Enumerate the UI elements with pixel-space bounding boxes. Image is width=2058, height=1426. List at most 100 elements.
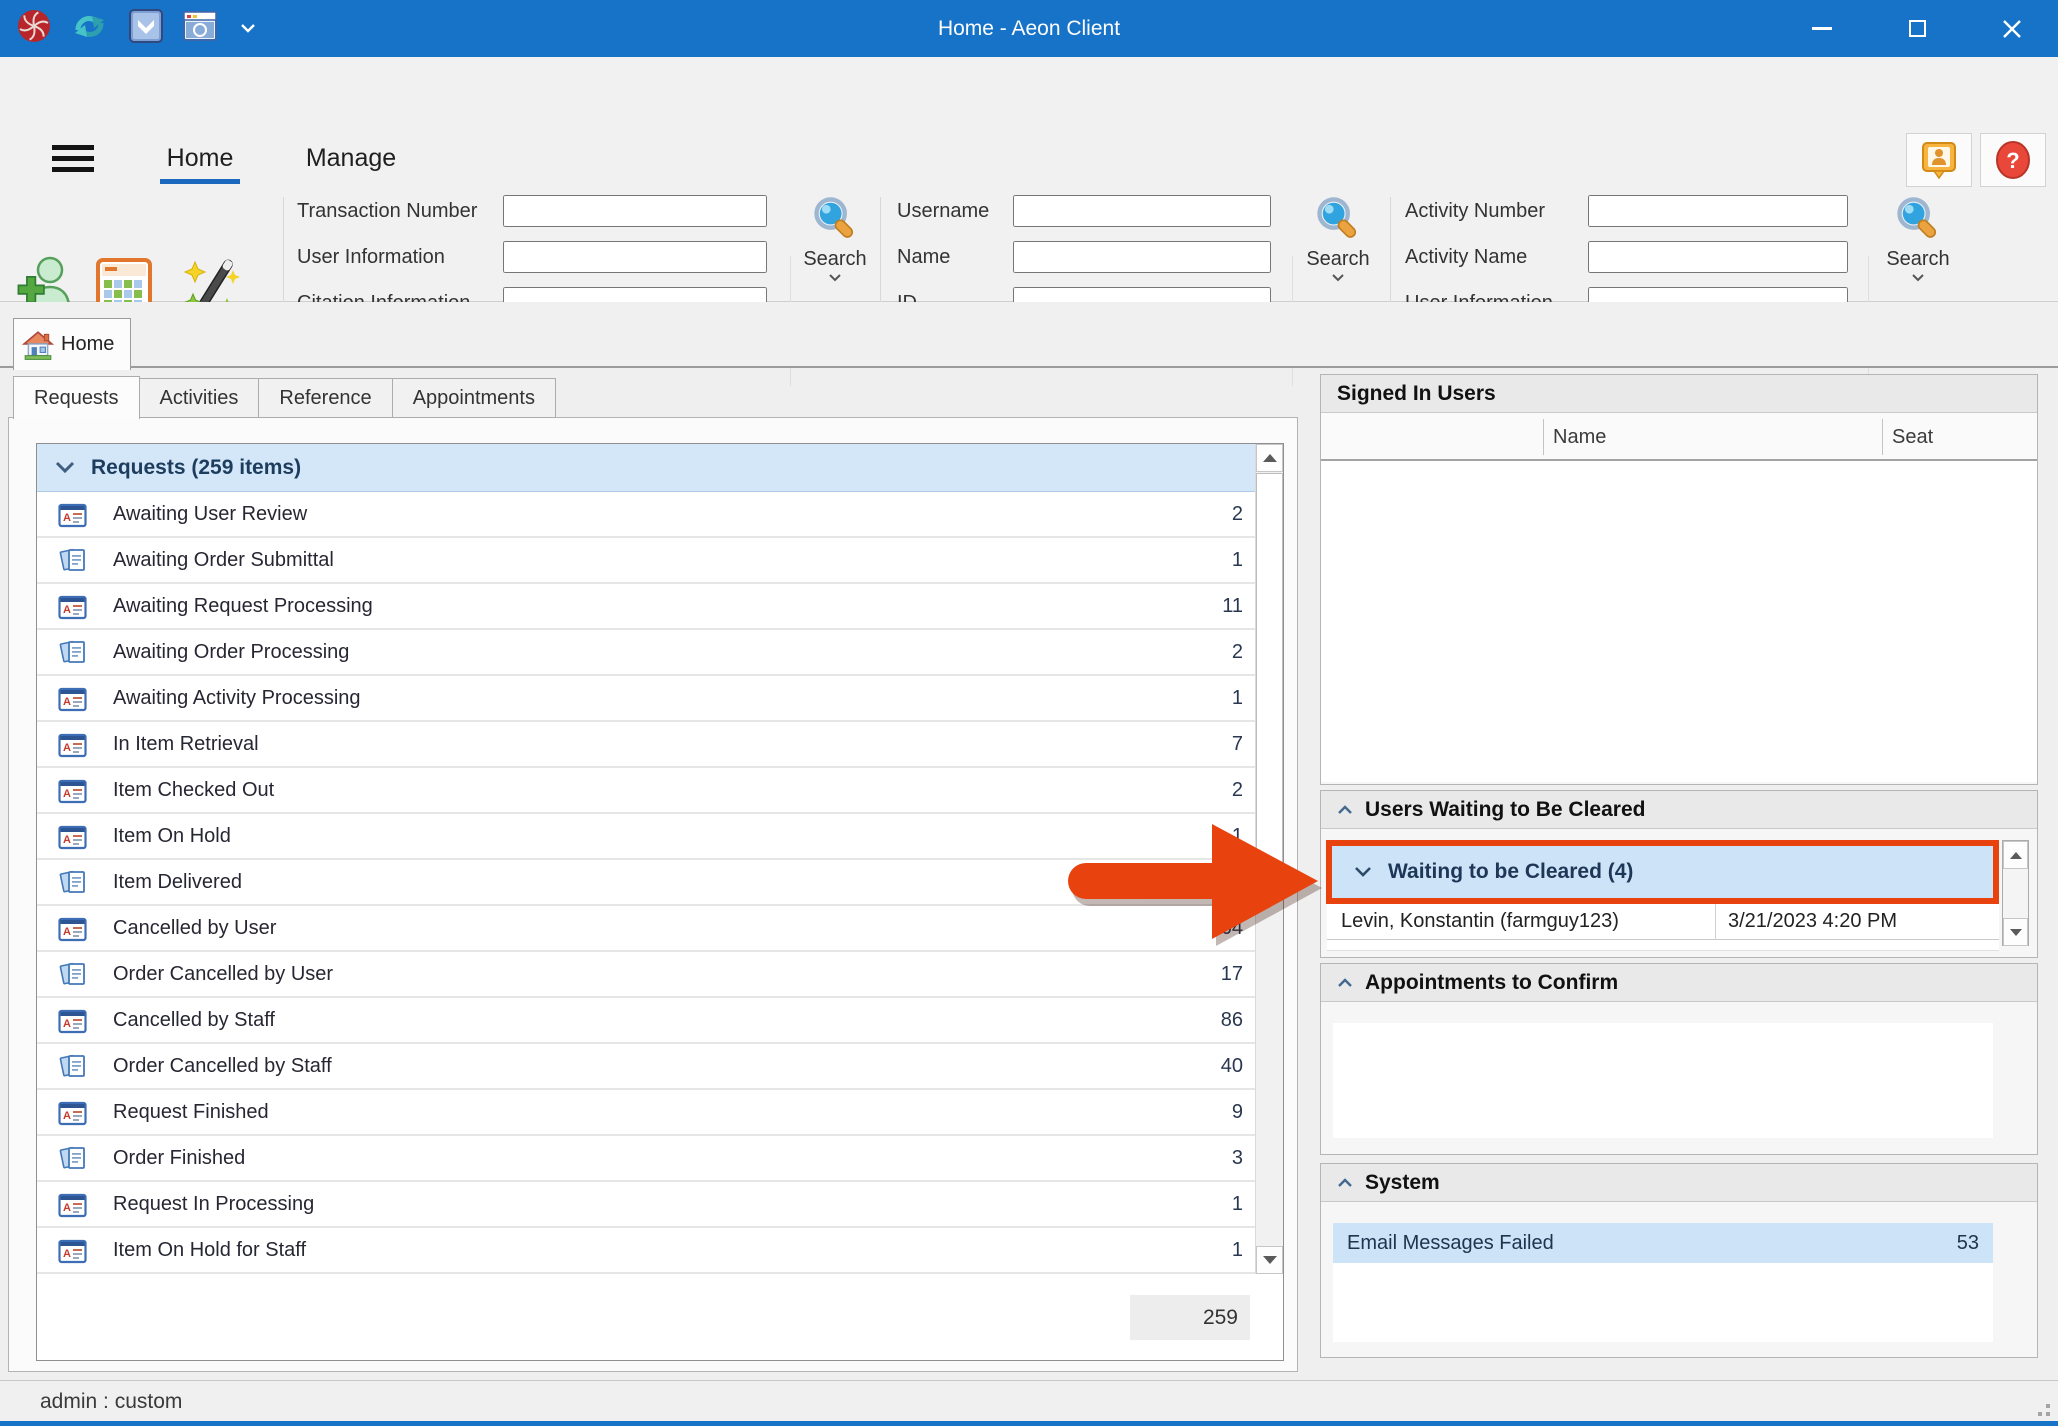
request-status-label: Request In Processing [113, 1193, 314, 1216]
request-status-row[interactable]: Order Cancelled by User 17 [37, 952, 1255, 998]
search-dropdown-icon [1911, 273, 1925, 282]
request-status-label: Item On Hold for Staff [113, 1239, 306, 1262]
request-status-count: 1 [1232, 1239, 1243, 1262]
order-pages-icon [57, 869, 89, 896]
request-status-count: 1 [1232, 825, 1243, 848]
ribbon: Home Manage ? User [0, 57, 2058, 302]
request-status-label: Awaiting User Review [113, 503, 307, 526]
order-pages-icon [57, 1145, 89, 1172]
username-input[interactable] [1013, 195, 1271, 227]
system-section: System Email Messages Failed 53 [1320, 1163, 2038, 1358]
request-status-count: 1 [1232, 549, 1243, 572]
request-status-row[interactable]: A Item Checked Out 2 [37, 768, 1255, 814]
logged-in-user: admin : custom [40, 1381, 182, 1422]
request-form-icon: A [57, 1191, 89, 1218]
request-status-count: 86 [1221, 1009, 1243, 1032]
request-form-icon: A [57, 1237, 89, 1264]
system-header[interactable]: System [1321, 1164, 2037, 1202]
request-status-row[interactable]: Item Delivered [37, 860, 1255, 906]
request-status-count: 1 [1232, 1193, 1243, 1216]
request-status-label: In Item Retrieval [113, 733, 259, 756]
user-information-input[interactable] [503, 241, 767, 273]
waiting-empty-row [1327, 940, 1999, 951]
activity-number-label: Activity Number [1405, 200, 1545, 223]
tab-reference[interactable]: Reference [258, 378, 392, 418]
request-status-label: Awaiting Order Submittal [113, 549, 334, 572]
minimize-button[interactable] [1798, 0, 1846, 57]
request-status-row[interactable]: A Cancelled by User 64 [37, 906, 1255, 952]
request-status-label: Item Checked Out [113, 779, 274, 802]
request-status-row[interactable]: Order Cancelled by Staff 40 [37, 1044, 1255, 1090]
search-users-button[interactable]: Search [1300, 194, 1376, 282]
request-form-icon: A [57, 1099, 89, 1126]
requests-total: 259 [1130, 1295, 1250, 1340]
request-status-row[interactable]: A Request In Processing 1 [37, 1182, 1255, 1228]
email-messages-failed-row[interactable]: Email Messages Failed 53 [1333, 1223, 1993, 1263]
signed-in-users-header: Signed In Users [1321, 375, 2037, 413]
users-waiting-header[interactable]: Users Waiting to Be Cleared [1321, 791, 2037, 829]
scroll-down-button[interactable] [2003, 918, 2028, 946]
request-status-row[interactable]: Order Finished 3 [37, 1136, 1255, 1182]
home-icon [22, 330, 54, 360]
tab-requests[interactable]: Requests [13, 376, 140, 419]
requests-listbox: Requests (259 items) A [36, 443, 1284, 1361]
request-status-row[interactable]: A Awaiting User Review 2 [37, 492, 1255, 538]
activity-name-input[interactable] [1588, 241, 1848, 273]
waiting-to-be-cleared-group-row[interactable]: Waiting to be Cleared (4) [1326, 840, 1999, 904]
order-pages-icon [57, 547, 89, 574]
request-status-row[interactable]: A Awaiting Request Processing 11 [37, 584, 1255, 630]
search-icon [1313, 194, 1363, 244]
activity-number-input[interactable] [1588, 195, 1848, 227]
svg-text:A: A [63, 1018, 71, 1030]
request-status-row[interactable]: A In Item Retrieval 7 [37, 722, 1255, 768]
request-status-row[interactable]: A Awaiting Activity Processing 1 [37, 676, 1255, 722]
scroll-thumb[interactable] [1256, 473, 1283, 865]
appointments-body [1333, 1023, 1993, 1138]
transaction-number-input[interactable] [503, 195, 767, 227]
scroll-up-button[interactable] [1256, 444, 1283, 472]
resize-grip-icon[interactable] [2028, 1394, 2050, 1416]
tab-activities[interactable]: Activities [139, 378, 260, 418]
request-status-row[interactable]: A Request Finished 9 [37, 1090, 1255, 1136]
maximize-button[interactable] [1893, 0, 1941, 57]
request-status-label: Cancelled by Staff [113, 1009, 275, 1032]
request-status-label: Awaiting Activity Processing [113, 687, 361, 710]
status-bar: admin : custom [0, 1380, 2058, 1426]
request-status-row[interactable]: A Item On Hold 1 [37, 814, 1255, 860]
name-label: Name [897, 246, 950, 269]
request-status-count: 17 [1221, 963, 1243, 986]
request-status-count: 3 [1232, 1147, 1243, 1170]
collapse-up-chevron-icon [1337, 978, 1353, 988]
name-input[interactable] [1013, 241, 1271, 273]
username-label: Username [897, 200, 989, 223]
tab-appointments[interactable]: Appointments [392, 378, 556, 418]
column-seat[interactable]: Seat [1892, 413, 1933, 461]
request-status-count: 2 [1232, 779, 1243, 802]
request-status-row[interactable]: A Cancelled by Staff 86 [37, 998, 1255, 1044]
request-status-row[interactable]: Awaiting Order Submittal 1 [37, 538, 1255, 584]
search-activities-button[interactable]: Search [1880, 194, 1956, 282]
column-name[interactable]: Name [1553, 413, 1606, 461]
request-status-row[interactable]: Awaiting Order Processing 2 [37, 630, 1255, 676]
close-button[interactable] [1988, 0, 2036, 57]
signed-in-users-section: Signed In Users Name Seat [1320, 374, 2038, 785]
scroll-down-button[interactable] [1256, 1246, 1283, 1274]
request-status-count: 2 [1232, 641, 1243, 664]
signed-in-users-columns: Name Seat [1321, 413, 2037, 461]
collapse-up-chevron-icon [1337, 805, 1353, 815]
requests-scrollbar[interactable] [1255, 444, 1283, 1274]
appointments-header[interactable]: Appointments to Confirm [1321, 964, 2037, 1002]
tab-home-document[interactable]: Home [13, 318, 131, 370]
search-dropdown-icon [1331, 273, 1345, 282]
request-status-row[interactable]: A Item On Hold for Staff 1 [37, 1228, 1255, 1274]
search-requests-button[interactable]: Search [797, 194, 873, 282]
users-waiting-scrollbar[interactable] [2002, 840, 2029, 946]
titlebar: Home - Aeon Client [0, 0, 2058, 57]
request-status-label: Item Delivered [113, 871, 242, 894]
request-status-count: 9 [1232, 1101, 1243, 1124]
scroll-up-button[interactable] [2003, 841, 2028, 869]
order-pages-icon [57, 1053, 89, 1080]
waiting-user-row[interactable]: Levin, Konstantin (farmguy123) 3/21/2023… [1327, 904, 1999, 940]
request-form-icon: A [57, 731, 89, 758]
requests-group-header[interactable]: Requests (259 items) [37, 444, 1255, 492]
